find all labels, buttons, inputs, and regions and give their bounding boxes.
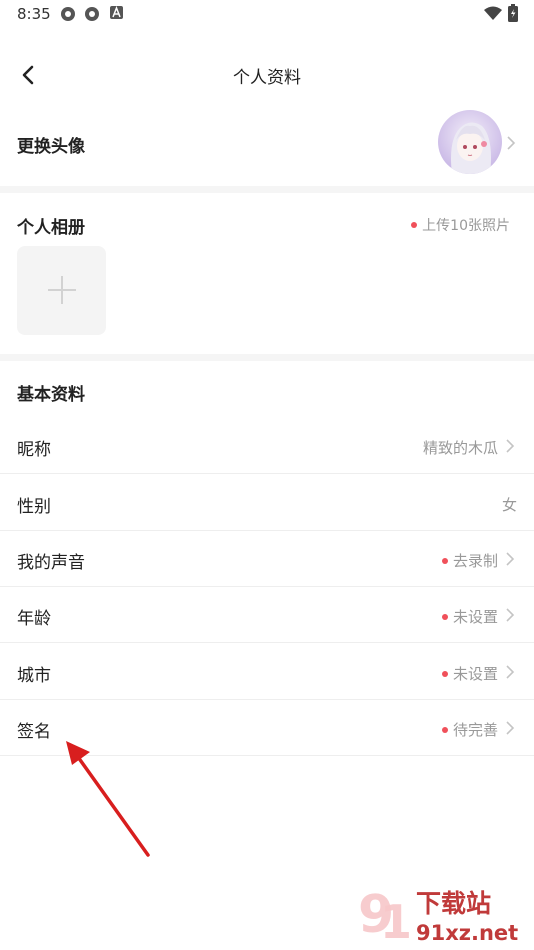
signature-row[interactable]: 签名 待完善 [0,700,534,756]
row-value-wrap: 待完善 [441,719,498,740]
svg-text:91xz.net: 91xz.net [416,921,518,945]
chevron-right-icon [506,439,515,453]
gender-row: 性别 女 [0,475,534,531]
nav-bar: 个人资料 [0,46,534,102]
row-label: 城市 [17,666,51,686]
row-value-wrap: 未设置 [441,606,498,627]
add-photo-button[interactable] [17,246,106,335]
row-label: 我的声音 [17,553,85,573]
album-title: 个人相册 [17,218,85,238]
nickname-row[interactable]: 昵称 精致的木瓜 [0,418,534,474]
row-value-wrap: 未设置 [441,663,498,684]
basic-info-title: 基本资料 [17,385,85,405]
red-dot-icon [441,670,448,677]
change-avatar-row[interactable]: 更换头像 [0,105,534,181]
chevron-right-icon [506,608,515,622]
wifi-icon [484,6,502,20]
row-value: 未设置 [452,665,498,683]
avatar[interactable] [438,110,502,174]
red-dot-icon [441,726,448,733]
row-value: 精致的木瓜 [422,439,498,457]
row-value: 女 [501,496,517,514]
page-title: 个人资料 [233,68,301,88]
status-bar: 8:35 [0,0,534,30]
chevron-right-icon [506,665,515,679]
row-value-wrap: 去录制 [441,550,498,571]
watermark-logo: 9 1 下载站 91xz.net [358,885,518,946]
a-icon [110,6,123,19]
red-dot-icon [441,613,448,620]
section-divider [0,186,534,193]
svg-text:1: 1 [380,895,412,946]
change-avatar-label: 更换头像 [17,137,85,157]
chevron-right-icon [507,136,516,150]
row-label: 昵称 [17,440,51,460]
section-divider [0,354,534,361]
red-dot-icon [441,557,448,564]
svg-text:下载站: 下载站 [416,889,491,918]
my-voice-row[interactable]: 我的声音 去录制 [0,531,534,587]
row-label: 签名 [17,722,51,742]
age-row[interactable]: 年龄 未设置 [0,587,534,643]
status-time: 8:35 [17,5,51,23]
app-icon [85,7,99,21]
battery-icon [508,4,518,22]
row-label: 性别 [17,497,51,517]
row-value: 待完善 [452,721,498,739]
row-value: 去录制 [452,552,498,570]
row-label: 年龄 [17,609,51,629]
row-value: 未设置 [452,608,498,626]
album-hint: 上传10张照片 [411,215,510,235]
album-hint-text: 上传10张照片 [422,218,510,234]
city-row[interactable]: 城市 未设置 [0,644,534,700]
red-dot-icon [411,222,418,228]
app-icon [61,7,75,21]
chevron-right-icon [506,552,515,566]
chevron-right-icon [506,721,515,735]
